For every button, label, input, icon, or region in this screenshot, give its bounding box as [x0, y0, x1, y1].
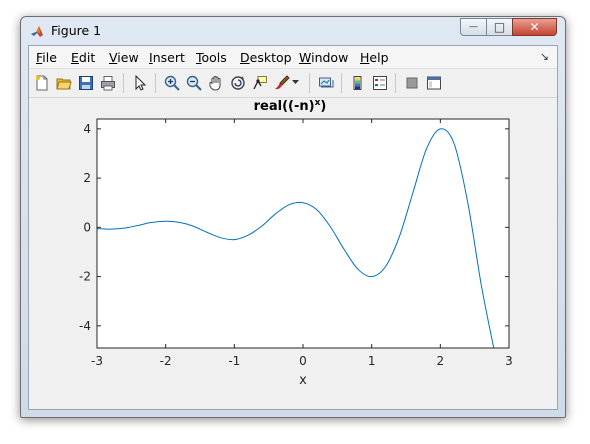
- x-tick-label: -2: [160, 354, 172, 368]
- toolbar-separator: [123, 73, 124, 93]
- open-file-icon[interactable]: [54, 73, 74, 93]
- y-tick-label: 2: [83, 171, 91, 185]
- minimize-button[interactable]: —: [460, 18, 486, 36]
- close-button[interactable]: ✕: [512, 18, 557, 36]
- matlab-logo-icon: [30, 24, 45, 39]
- y-tick-label: -4: [79, 319, 91, 333]
- maximize-button[interactable]: □: [486, 18, 512, 36]
- menu-tools[interactable]: Tools: [196, 50, 227, 65]
- save-icon[interactable]: [76, 73, 96, 93]
- link-plot-icon[interactable]: [316, 73, 336, 93]
- figure-canvas: real((-n)x) -3 -2 -1 0 1 2 3 -4 -2 0 2 4 x: [29, 98, 557, 409]
- menu-bar: File Edit View Insert Tools Desktop Wind…: [29, 46, 557, 69]
- insert-legend-icon[interactable]: [370, 73, 390, 93]
- caption-buttons: — □ ✕: [460, 18, 557, 37]
- axes-box[interactable]: [97, 119, 509, 348]
- menu-insert[interactable]: Insert: [149, 50, 185, 65]
- x-tick-label: 0: [299, 354, 307, 368]
- menu-window[interactable]: Window: [299, 50, 348, 65]
- rotate-3d-icon[interactable]: [228, 73, 248, 93]
- maximize-icon: □: [493, 20, 506, 34]
- hide-plot-tools-icon[interactable]: [402, 73, 422, 93]
- y-tick-label: 0: [83, 220, 91, 234]
- x-tick-label: 3: [505, 354, 513, 368]
- x-tick-label: 2: [437, 354, 445, 368]
- window-title: Figure 1: [51, 23, 102, 38]
- print-icon[interactable]: [98, 73, 118, 93]
- toolbar-separator: [395, 73, 396, 93]
- menu-edit[interactable]: Edit: [71, 50, 95, 65]
- zoom-out-icon[interactable]: [184, 73, 204, 93]
- menu-help[interactable]: Help: [360, 50, 389, 65]
- y-tick-label: -2: [79, 270, 91, 284]
- brush-dropdown-icon[interactable]: [291, 73, 301, 93]
- brush-icon[interactable]: [272, 73, 292, 93]
- toolbar-separator: [309, 73, 310, 93]
- x-axis-label: x: [299, 373, 307, 388]
- undock-arrow-icon[interactable]: ↘: [540, 50, 549, 63]
- edit-plot-arrow-icon[interactable]: [130, 73, 150, 93]
- toolbar-separator: [155, 73, 156, 93]
- menu-file[interactable]: File: [36, 50, 57, 65]
- x-tick-label: -3: [91, 354, 103, 368]
- insert-colorbar-icon[interactable]: [348, 73, 368, 93]
- new-figure-icon[interactable]: [32, 73, 52, 93]
- data-cursor-icon[interactable]: [250, 73, 270, 93]
- figure-client-area: File Edit View Insert Tools Desktop Wind…: [28, 45, 558, 410]
- zoom-in-icon[interactable]: [162, 73, 182, 93]
- figure-window: Figure 1 — □ ✕ File Edit View Insert Too…: [20, 16, 566, 418]
- menu-desktop[interactable]: Desktop: [240, 50, 292, 65]
- show-plot-tools-icon[interactable]: [424, 73, 444, 93]
- title-bar[interactable]: Figure 1 — □ ✕: [21, 17, 565, 45]
- x-tick-label: 1: [368, 354, 376, 368]
- y-tick-label: 4: [83, 122, 91, 136]
- toolbar-separator: [341, 73, 342, 93]
- menu-view[interactable]: View: [109, 50, 139, 65]
- chart-title: real((-n)x): [254, 98, 327, 114]
- plot-svg: real((-n)x) -3 -2 -1 0 1 2 3 -4 -2 0 2 4 x: [79, 98, 513, 388]
- figure-toolbar: [29, 69, 557, 98]
- close-icon: ✕: [529, 20, 540, 34]
- pan-hand-icon[interactable]: [206, 73, 226, 93]
- minimize-icon: —: [469, 22, 478, 32]
- x-tick-label: -1: [228, 354, 240, 368]
